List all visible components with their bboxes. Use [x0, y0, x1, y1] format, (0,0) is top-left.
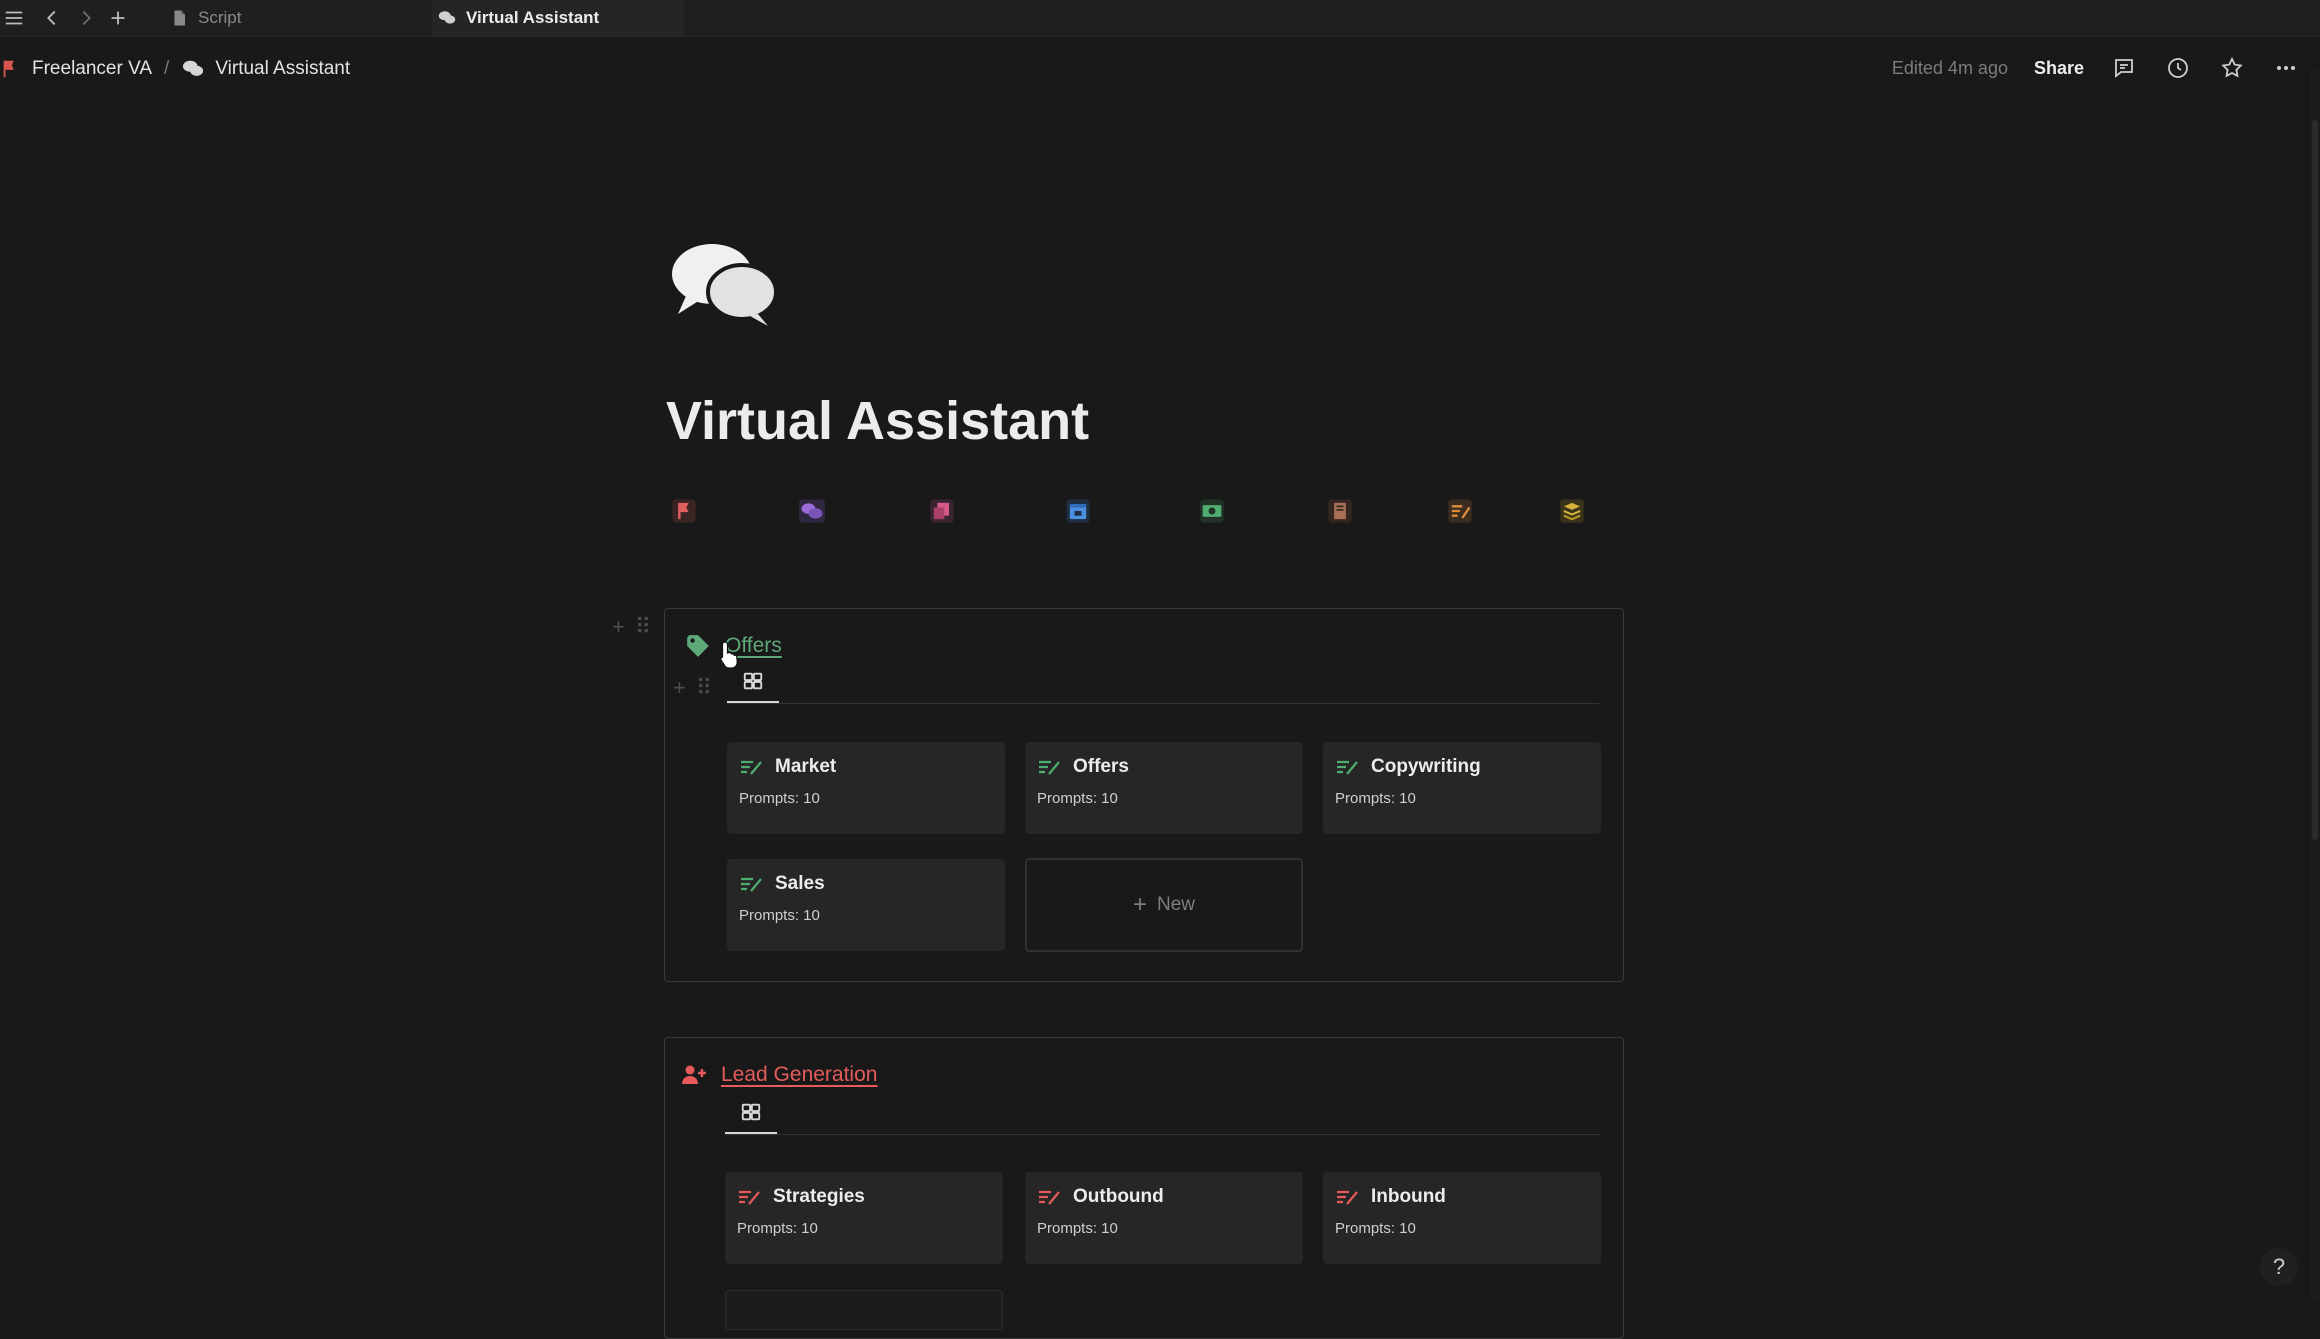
quick-link-blue-calendar[interactable]: [1060, 493, 1096, 529]
blue-calendar-icon: [1066, 499, 1090, 523]
view-divider: [727, 703, 1599, 704]
gallery-card-partial[interactable]: [725, 1290, 1003, 1330]
gallery-card-sales[interactable]: Sales Prompts: 10: [727, 859, 1005, 951]
edit-list-icon: [741, 760, 762, 775]
pink-copy-icon: [930, 499, 954, 523]
new-card-button[interactable]: + New: [1025, 858, 1303, 952]
plus-icon: +: [1132, 891, 1147, 918]
card-title: Offers: [1073, 756, 1129, 777]
page-header: Freelancer VA / Virtual Assistant Edited…: [0, 44, 2320, 100]
block-handles: + ⠿: [612, 614, 651, 640]
workspace-flag-icon: [3, 60, 14, 78]
forward-icon[interactable]: [72, 4, 100, 32]
card-prompts-count: Prompts: 10: [1335, 790, 1416, 807]
quick-link-pink-copy[interactable]: [924, 493, 960, 529]
history-clock-icon[interactable]: [2164, 54, 2192, 82]
menu-icon[interactable]: [0, 4, 28, 32]
edit-list-icon: [1337, 1190, 1358, 1205]
gallery-card-inbound[interactable]: Inbound Prompts: 10: [1323, 1172, 1601, 1264]
offers-section: Offers + ⠿ Market Prompts: 10 Offers Pro…: [664, 608, 1624, 982]
card-prompts-count: Prompts: 10: [1037, 790, 1118, 807]
help-button[interactable]: ?: [2260, 1248, 2298, 1286]
comments-icon[interactable]: [2110, 54, 2138, 82]
edit-list-icon: [1337, 760, 1358, 775]
card-title: Copywriting: [1371, 756, 1481, 777]
tab-bar: Script Virtual Assistant: [0, 0, 2320, 37]
quick-links-row: [666, 493, 1626, 533]
mouse-cursor-icon: [720, 641, 738, 669]
new-tab-icon[interactable]: [104, 4, 132, 32]
card-title: Outbound: [1073, 1186, 1164, 1207]
drag-handle-icon[interactable]: ⠿: [696, 675, 712, 701]
new-card-label: New: [1157, 894, 1196, 915]
breadcrumb: Freelancer VA / Virtual Assistant: [0, 58, 350, 80]
quick-link-red-flag[interactable]: [666, 493, 702, 529]
gallery-grid-icon: [743, 672, 763, 690]
yellow-stack-icon: [1560, 499, 1584, 523]
edit-list-icon: [739, 1190, 760, 1205]
card-prompts-count: Prompts: 10: [737, 1220, 818, 1237]
gallery-card-copywriting[interactable]: Copywriting Prompts: 10: [1323, 742, 1601, 834]
card-prompts-count: Prompts: 10: [1037, 1220, 1118, 1237]
gallery-card-market[interactable]: Market Prompts: 10: [727, 742, 1005, 834]
edit-list-icon: [1039, 760, 1060, 775]
card-prompts-count: Prompts: 10: [739, 907, 820, 924]
quick-link-brown-book[interactable]: [1322, 493, 1358, 529]
speech-bubbles-icon: [438, 11, 456, 24]
more-options-icon[interactable]: [2272, 54, 2300, 82]
view-divider: [725, 1134, 1601, 1135]
tab-label: Virtual Assistant: [466, 8, 600, 27]
card-title: Sales: [775, 873, 825, 894]
card-prompts-count: Prompts: 10: [1335, 1220, 1416, 1237]
speech-bubbles-icon: [183, 60, 204, 76]
quick-link-yellow-stack[interactable]: [1554, 493, 1590, 529]
favorite-star-icon[interactable]: [2218, 54, 2246, 82]
add-block-icon[interactable]: +: [673, 675, 686, 701]
red-flag-icon: [672, 499, 696, 523]
back-icon[interactable]: [38, 4, 66, 32]
orange-list-icon: [1448, 499, 1472, 523]
quick-link-purple-bubbles[interactable]: [794, 493, 830, 529]
breadcrumb-page[interactable]: Virtual Assistant: [181, 58, 350, 80]
share-button[interactable]: Share: [2034, 58, 2084, 79]
quick-link-orange-list[interactable]: [1442, 493, 1478, 529]
gallery-card-outbound[interactable]: Outbound Prompts: 10: [1025, 1172, 1303, 1264]
add-block-icon[interactable]: +: [612, 614, 625, 640]
lead-generation-section: Lead Generation Strategies Prompts: 10 O…: [664, 1037, 1624, 1339]
inline-handles: + ⠿: [673, 675, 712, 701]
scrollbar-thumb[interactable]: [2312, 120, 2318, 840]
card-prompts-count: Prompts: 10: [739, 790, 820, 807]
drag-handle-icon[interactable]: ⠿: [635, 614, 651, 640]
green-money-icon: [1200, 499, 1224, 523]
tab-label: Script: [198, 8, 242, 27]
gallery-view-tab[interactable]: [725, 1092, 777, 1135]
tag-icon: [687, 635, 709, 657]
speech-bubbles-icon: [672, 244, 778, 326]
page-title[interactable]: Virtual Assistant: [666, 390, 1089, 452]
edited-timestamp: Edited 4m ago: [1891, 57, 2008, 78]
lead-generation-section-link[interactable]: Lead Generation: [721, 1063, 877, 1087]
purple-bubbles-icon: [799, 499, 825, 523]
card-title: Inbound: [1371, 1186, 1446, 1207]
gallery-grid-icon: [741, 1103, 761, 1121]
breadcrumb-page-label: Virtual Assistant: [215, 58, 351, 79]
gallery-card-offers[interactable]: Offers Prompts: 10: [1025, 742, 1303, 834]
tab-script[interactable]: Script: [170, 0, 241, 36]
breadcrumb-workspace-label: Freelancer VA: [32, 58, 153, 79]
card-title: Market: [775, 756, 837, 777]
document-icon: [174, 10, 185, 26]
breadcrumb-workspace[interactable]: Freelancer VA: [0, 58, 152, 80]
breadcrumb-separator: /: [164, 58, 170, 79]
card-title: Strategies: [773, 1186, 865, 1207]
edit-list-icon: [741, 877, 762, 892]
tab-virtual-assistant[interactable]: Virtual Assistant: [432, 0, 684, 36]
add-user-icon: [682, 1065, 706, 1084]
quick-link-green-money[interactable]: [1194, 493, 1230, 529]
lead-generation-section-title[interactable]: Lead Generation: [681, 1062, 877, 1088]
gallery-card-strategies[interactable]: Strategies Prompts: 10: [725, 1172, 1003, 1264]
brown-book-icon: [1328, 499, 1352, 523]
header-actions: Edited 4m ago Share: [1892, 54, 2300, 82]
edit-list-icon: [1039, 1190, 1060, 1205]
page-icon[interactable]: [666, 238, 782, 328]
